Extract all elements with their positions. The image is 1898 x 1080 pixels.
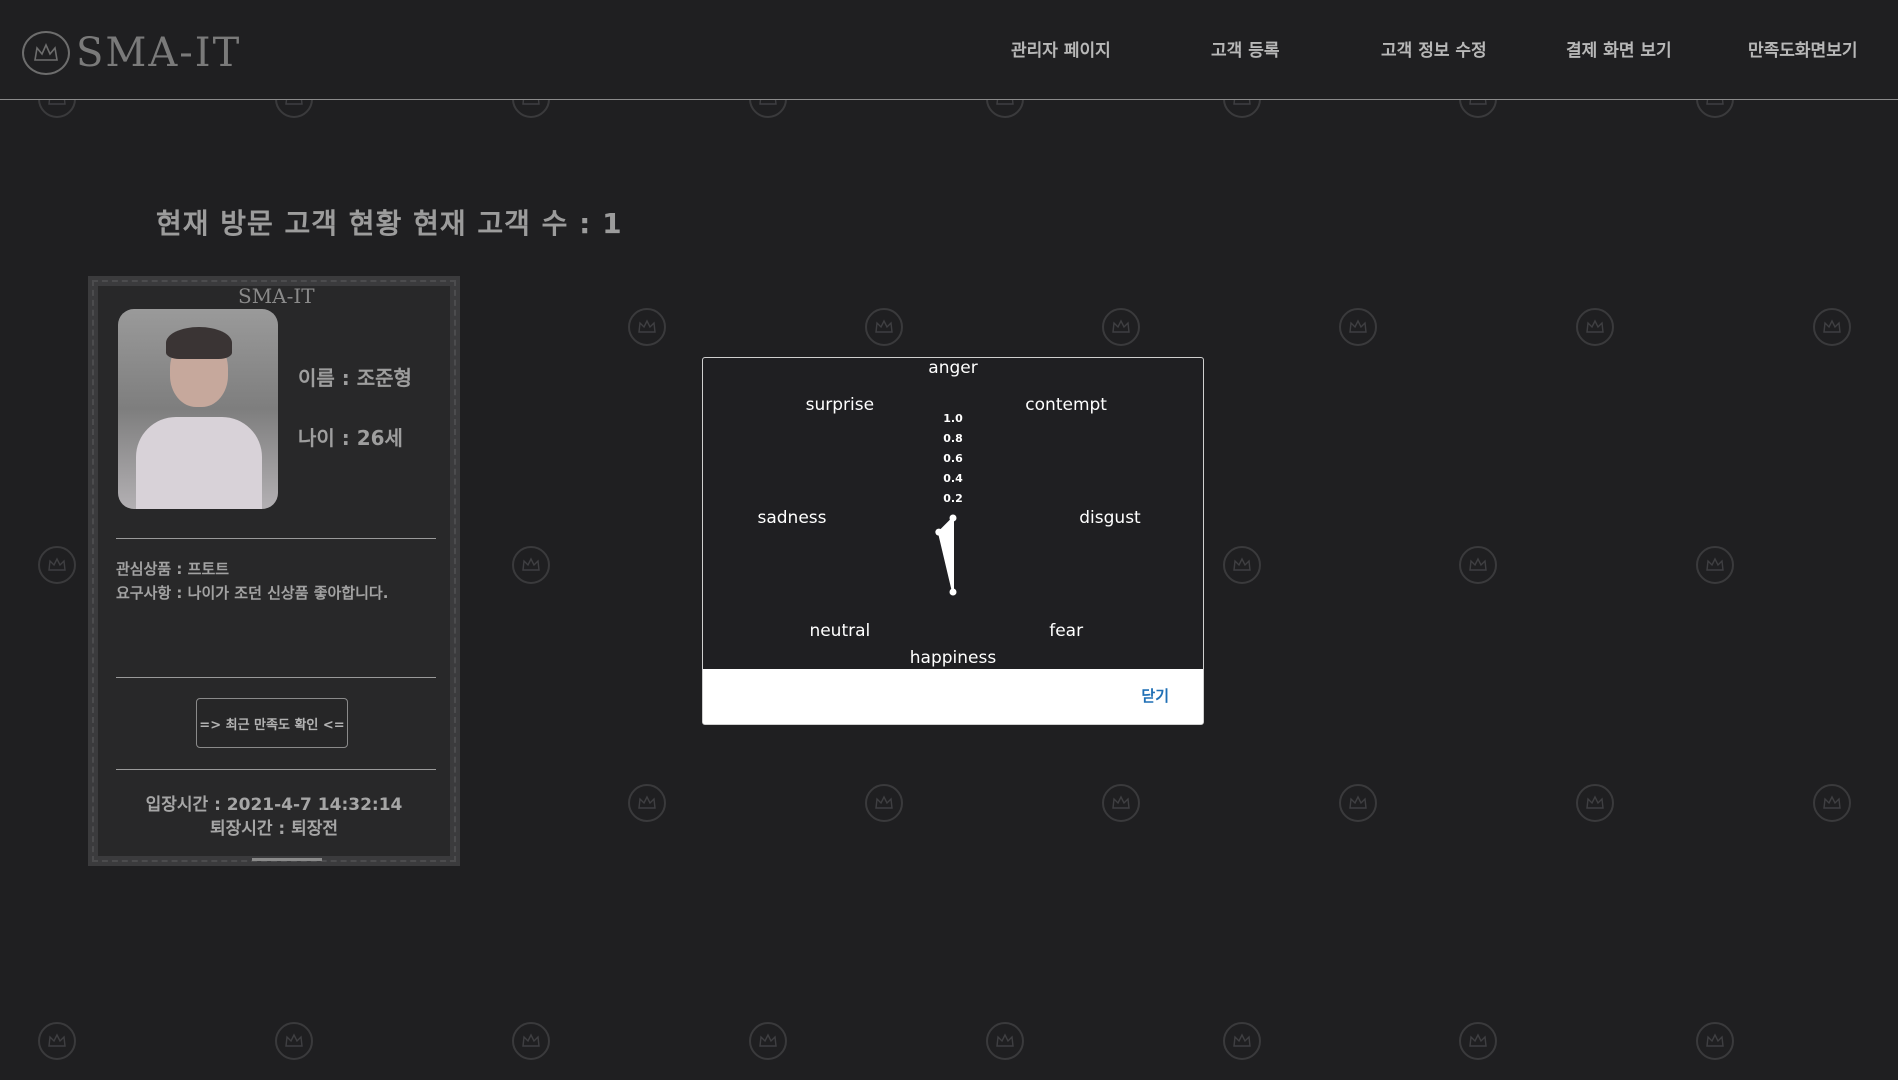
- radar-tick-label: 0.4: [943, 472, 963, 485]
- radar-svg: anger contempt disgust fear happiness neutral…: [757, 358, 1141, 668]
- watermark-crown-icon: [986, 1022, 1024, 1060]
- radar-tick-label: 0.6: [943, 452, 963, 465]
- watermark-crown-icon: [1459, 1022, 1497, 1060]
- radar-axis-label: neutral: [809, 621, 870, 641]
- radar-axis-label: anger: [928, 358, 977, 378]
- card-divider: [116, 769, 436, 770]
- watermark-crown-icon: [1339, 308, 1377, 346]
- card-divider: [116, 677, 436, 678]
- recent-satisfaction-button[interactable]: => 최근 만족도 확인 <=: [196, 698, 348, 748]
- radar-axis-label: disgust: [1079, 508, 1141, 528]
- watermark-crown-icon: [1576, 308, 1614, 346]
- radar-axis-label: happiness: [910, 648, 997, 668]
- nav-payment-view[interactable]: 결제 화면 보기: [1566, 36, 1672, 61]
- watermark-crown-icon: [628, 308, 666, 346]
- watermark-crown-icon: [865, 308, 903, 346]
- radar-tick-label: 0.8: [943, 432, 963, 445]
- radar-axis-label: surprise: [806, 395, 874, 415]
- watermark-crown-icon: [749, 1022, 787, 1060]
- watermark-crown-icon: [628, 784, 666, 822]
- customer-card: SMA-IT 이름 : 조준형 나이 : 26세 관심상품 : 프토트 요구사항…: [88, 276, 460, 866]
- radar-data-point: [935, 528, 943, 536]
- customer-name: 이름 : 조준형: [298, 366, 412, 390]
- watermark-crown-icon: [865, 784, 903, 822]
- watermark-crown-icon: [38, 1022, 76, 1060]
- close-button[interactable]: 닫기: [1141, 685, 1169, 706]
- radar-data-point: [949, 514, 957, 522]
- card-logo: SMA-IT: [238, 284, 315, 308]
- entry-time: 입장시간 : 2021-4-7 14:32:14: [145, 795, 403, 815]
- watermark-crown-icon: [1576, 784, 1614, 822]
- watermark-crown-icon: [1459, 546, 1497, 584]
- brand-logo-text: SMA-IT: [76, 30, 242, 76]
- watermark-crown-icon: [1102, 784, 1140, 822]
- radar-tick-label: 1.0: [943, 412, 963, 425]
- radar-tick-label: 0.2: [943, 492, 963, 505]
- watermark-crown-icon: [1223, 1022, 1261, 1060]
- radar-series-polygon: [937, 515, 954, 593]
- radar-axis-label: fear: [1049, 621, 1083, 641]
- modal-footer: 닫기: [703, 669, 1203, 724]
- crown-icon: [22, 31, 70, 75]
- radar-data-point: [949, 588, 957, 596]
- customer-request: 요구사항 : 나이가 조던 신상품 좋아합니다.: [116, 584, 389, 602]
- nav-satisfaction-view[interactable]: 만족도화면보기: [1748, 36, 1857, 61]
- radar-axis-label: sadness: [757, 508, 826, 528]
- watermark-crown-icon: [1696, 1022, 1734, 1060]
- page-title: 현재 방문 고객 현황 현재 고객 수 : 1: [156, 207, 623, 240]
- watermark-crown-icon: [1102, 308, 1140, 346]
- satisfaction-modal: anger contempt disgust fear happiness neutral…: [702, 357, 1204, 725]
- watermark-crown-icon: [512, 1022, 550, 1060]
- customer-interest: 관심상품 : 프토트: [116, 560, 230, 578]
- customer-photo: [118, 309, 278, 509]
- watermark-crown-icon: [38, 546, 76, 584]
- watermark-crown-icon: [512, 546, 550, 584]
- watermark-crown-icon: [1813, 308, 1851, 346]
- card-indicator: [252, 858, 322, 861]
- watermark-crown-icon: [1339, 784, 1377, 822]
- radar-axis-label: contempt: [1025, 395, 1107, 415]
- watermark-crown-icon: [1813, 784, 1851, 822]
- brand-logo[interactable]: SMA-IT: [22, 30, 241, 76]
- top-header: SMA-IT 관리자 페이지 고객 등록 고객 정보 수정 결제 화면 보기 만…: [0, 0, 1898, 100]
- nav-customer-register[interactable]: 고객 등록: [1211, 36, 1279, 61]
- exit-time: 퇴장시간 : 퇴장전: [209, 819, 339, 839]
- nav-admin-page[interactable]: 관리자 페이지: [1011, 36, 1111, 61]
- watermark-crown-icon: [1696, 546, 1734, 584]
- customer-age: 나이 : 26세: [298, 426, 403, 450]
- watermark-crown-icon: [1223, 546, 1261, 584]
- nav-customer-edit[interactable]: 고객 정보 수정: [1381, 36, 1487, 61]
- card-divider: [116, 538, 436, 539]
- watermark-crown-icon: [275, 1022, 313, 1060]
- emotion-radar-chart: anger contempt disgust fear happiness neutral…: [703, 358, 1203, 669]
